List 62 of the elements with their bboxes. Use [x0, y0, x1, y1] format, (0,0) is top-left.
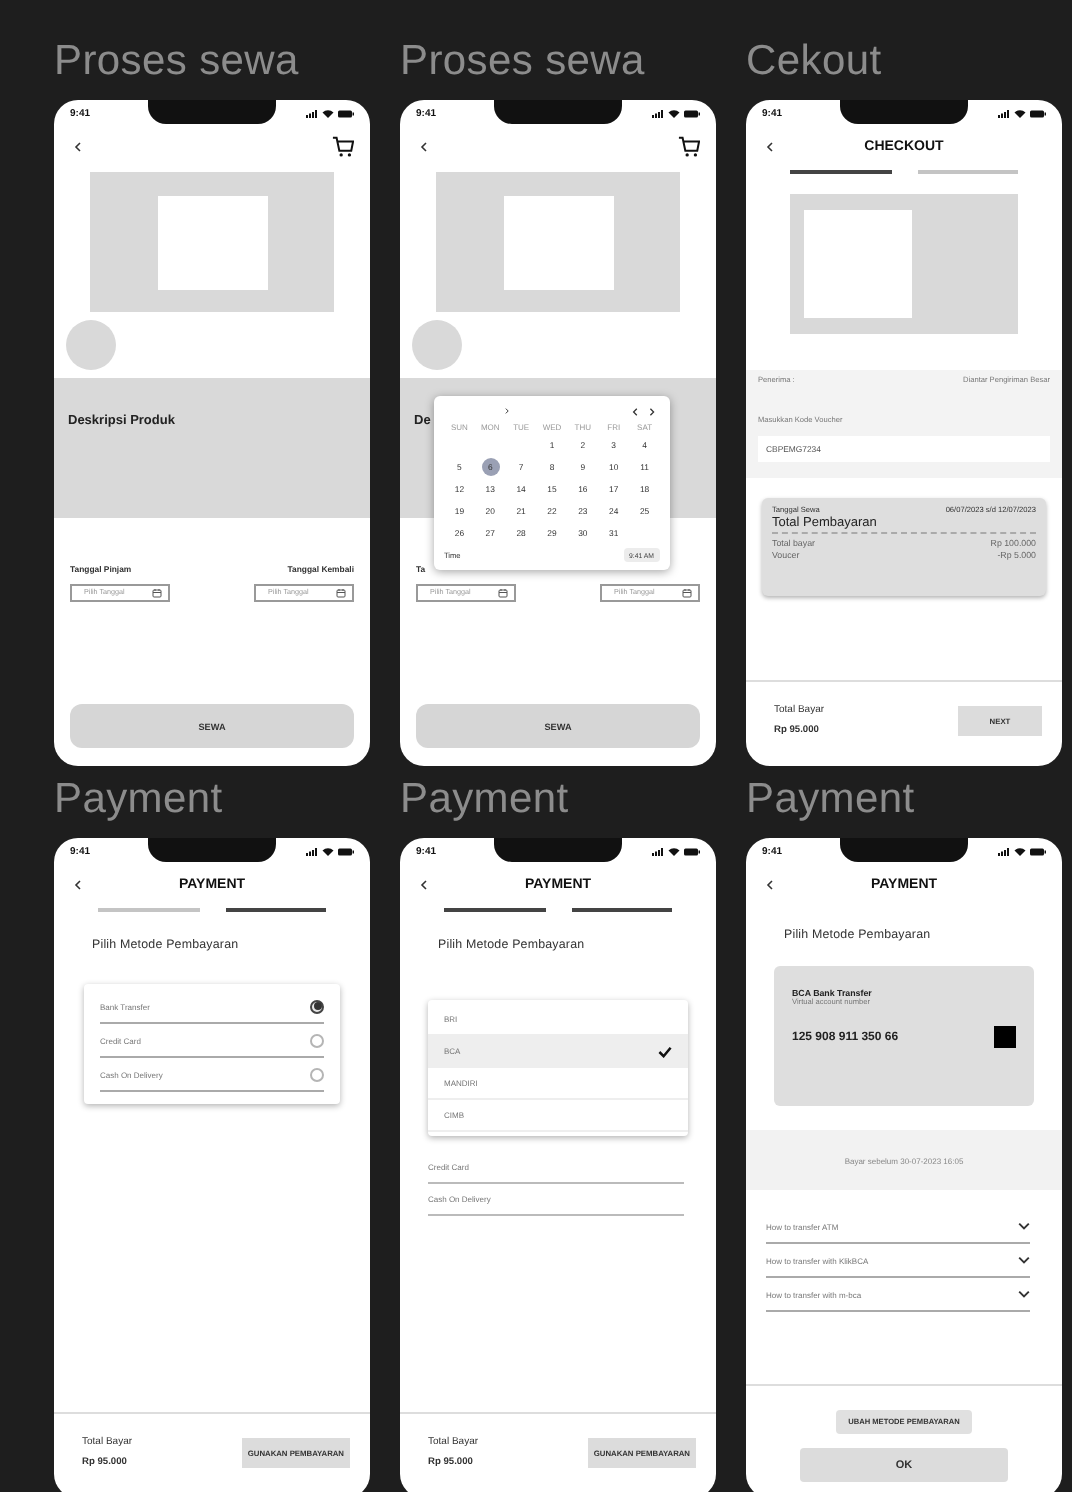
notch — [494, 100, 622, 124]
next-month-icon — [648, 407, 656, 415]
back-button[interactable] — [762, 874, 778, 894]
notch — [840, 100, 968, 124]
wifi-icon — [1014, 848, 1026, 856]
battery-icon — [684, 848, 700, 856]
wifi-icon — [668, 848, 680, 856]
battery-icon — [1030, 110, 1046, 118]
cart-icon — [332, 135, 354, 157]
signal-icon — [998, 848, 1010, 856]
chevron-right-icon — [504, 408, 510, 414]
avatar — [412, 320, 462, 370]
notch — [494, 838, 622, 862]
notch — [840, 838, 968, 862]
battery-icon — [338, 848, 354, 856]
calendar-icon — [152, 587, 162, 597]
calendar-icon — [498, 587, 508, 597]
signal-icon — [652, 848, 664, 856]
cart-icon — [678, 135, 700, 157]
avatar — [66, 320, 116, 370]
back-icon — [765, 141, 775, 151]
previous-month-icon — [632, 407, 640, 415]
signal-icon — [306, 110, 318, 118]
signal-icon — [306, 848, 318, 856]
wifi-icon — [1014, 110, 1026, 118]
battery-icon — [684, 110, 700, 118]
chevron-down-icon — [1018, 1254, 1030, 1266]
battery-icon — [1030, 848, 1046, 856]
battery-icon — [338, 110, 354, 118]
chevron-down-icon — [1018, 1288, 1030, 1300]
radio-button[interactable] — [310, 999, 324, 1013]
frame-label: Payment — [746, 774, 917, 826]
signal-icon — [998, 110, 1010, 118]
back-icon — [73, 879, 83, 889]
back-icon — [419, 879, 429, 889]
wifi-icon — [322, 110, 334, 118]
radio-button[interactable] — [310, 1033, 324, 1047]
check-icon — [658, 1045, 672, 1057]
radio-button[interactable] — [310, 1067, 324, 1081]
back-button[interactable] — [70, 874, 86, 894]
frame-label: Cekout — [746, 36, 884, 88]
notch — [148, 838, 276, 862]
back-icon — [419, 141, 429, 151]
notch — [148, 100, 276, 124]
wifi-icon — [668, 110, 680, 118]
calendar-icon — [682, 587, 692, 597]
back-icon — [73, 141, 83, 151]
back-button[interactable] — [416, 874, 432, 894]
signal-icon — [652, 110, 664, 118]
frame-label: Payment — [54, 774, 225, 826]
back-button[interactable] — [70, 136, 86, 156]
cart-button[interactable] — [332, 135, 354, 157]
cart-button[interactable] — [678, 135, 700, 157]
back-icon — [765, 879, 775, 889]
frame-label: Proses sewa — [54, 36, 301, 88]
frame-label: Payment — [400, 774, 571, 826]
wifi-icon — [322, 848, 334, 856]
chevron-down-icon — [1018, 1220, 1030, 1232]
back-button[interactable] — [762, 136, 778, 156]
frame-label: Proses sewa — [400, 36, 647, 88]
back-button[interactable] — [416, 136, 432, 156]
calendar-icon — [336, 587, 346, 597]
